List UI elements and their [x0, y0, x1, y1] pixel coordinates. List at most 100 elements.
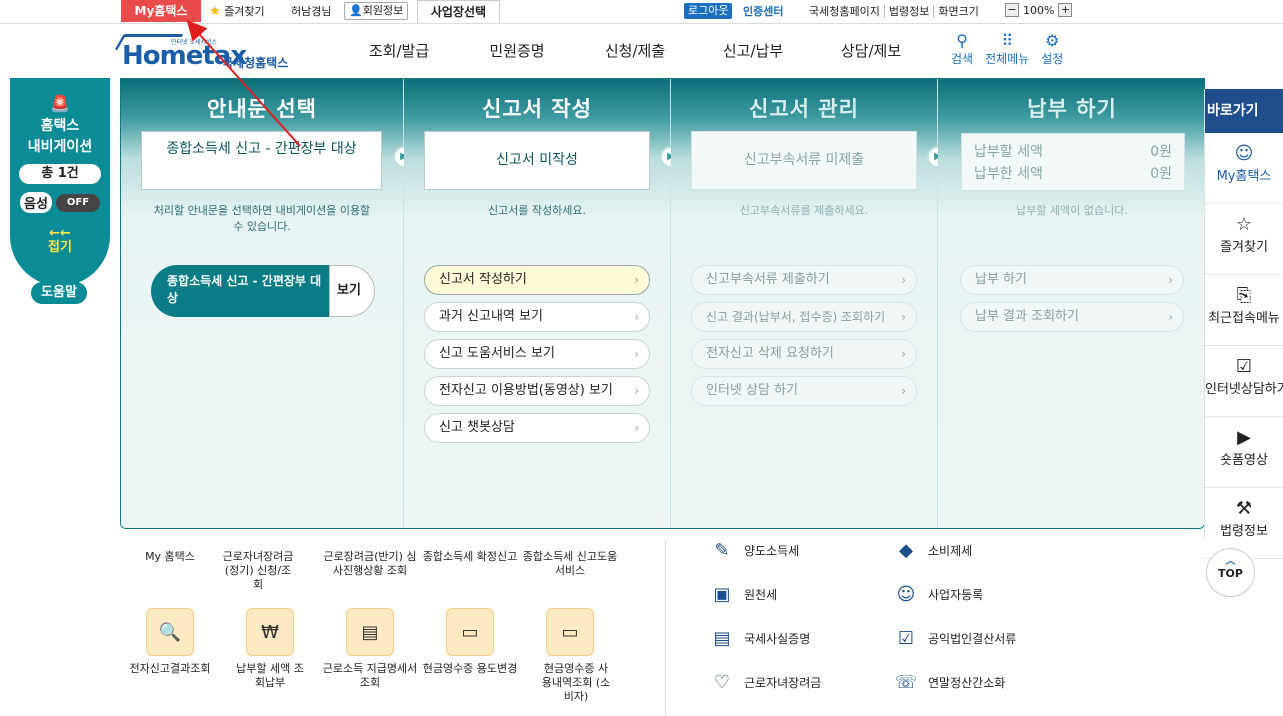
- gnb-report-pay[interactable]: 신고/납부: [694, 24, 812, 78]
- service-income-tax-final[interactable]: 종합소득세 확정신고: [422, 550, 518, 564]
- help-button[interactable]: 도움말: [31, 282, 87, 304]
- nts-homepage-link[interactable]: 국세청홈페이지: [805, 5, 884, 18]
- search-button[interactable]: ⚲ 검색: [951, 32, 973, 67]
- law-info-link[interactable]: 법령정보: [883, 5, 934, 18]
- gnb-apply[interactable]: 신청/제출: [576, 24, 694, 78]
- business-select-button[interactable]: 사업장선택: [417, 0, 500, 23]
- service-tax-payment[interactable]: 납부할 세액 조회납부: [232, 662, 308, 690]
- gnb-inquiry[interactable]: 조회/발급: [340, 24, 458, 78]
- full-menu-button[interactable]: ⠿ 전체메뉴: [985, 32, 1029, 67]
- submit-attachments-button[interactable]: 신고부속서류 제출하기 ›: [691, 265, 917, 295]
- nav-fold-label: 접기: [48, 240, 72, 255]
- quick-recent-menu[interactable]: ⎘ 최근접속메뉴: [1205, 275, 1283, 346]
- certificate-icon: ▤: [713, 628, 731, 649]
- business-registration-link[interactable]: ☺ 사업자등록: [894, 584, 984, 605]
- transfer-income-tax-label: 양도소득세: [744, 544, 800, 558]
- notice-item-label[interactable]: 종합소득세 신고 - 간편장부 대상: [151, 265, 329, 317]
- attachment-status-box[interactable]: 신고부속서류 미제출: [691, 131, 917, 190]
- past-returns-button[interactable]: 과거 신고내역 보기 ›: [424, 302, 650, 332]
- selected-notice-box[interactable]: 종합소득세 신고 - 간편장부 대상: [141, 131, 382, 190]
- e-filing-result-icon[interactable]: 🔍: [146, 608, 194, 656]
- my-hometax-tab[interactable]: My홈택스: [121, 0, 201, 22]
- cert-center-link[interactable]: 인증센터: [743, 4, 783, 19]
- service-cash-receipt-history[interactable]: 현금영수증 사용내역조회 (소비자): [540, 662, 612, 704]
- user-name: 허남경님: [291, 5, 332, 18]
- result-inquiry-button[interactable]: 신고 결과(납부서, 접수증) 조회하기 ›: [691, 302, 917, 332]
- tax-payment-icon[interactable]: ₩: [246, 608, 294, 656]
- settings-button[interactable]: ⚙ 설정: [1041, 32, 1063, 67]
- hometax-logo[interactable]: 인터넷 조세서비스 Hometax 국세청홈택스: [114, 32, 304, 74]
- past-returns-label: 과거 신고내역 보기: [439, 309, 543, 324]
- consumption-tax-label: 소비제세: [928, 544, 973, 558]
- voice-toggle[interactable]: OFF: [55, 193, 100, 212]
- col-notice-select: 안내문 선택 종합소득세 신고 - 간편장부 대상 처리할 안내문을 선택하면 …: [121, 79, 404, 528]
- return-status-box[interactable]: 신고서 미작성: [424, 131, 650, 190]
- col-write-return: 신고서 작성 신고서 미작성 신고서를 작성하세요. 신고서 작성하기 › 과거 …: [404, 79, 671, 528]
- year-end-settlement-label: 연말정산간소화: [928, 676, 1006, 690]
- nav-fold-button[interactable]: ←← 접기: [10, 227, 110, 255]
- logout-button[interactable]: 로그아웃: [684, 3, 733, 19]
- cash-receipt-history-icon[interactable]: ▭: [546, 608, 594, 656]
- chevron-up-icon: ︿: [1225, 556, 1236, 567]
- service-wage-statement[interactable]: 근로소득 지급명세서 조회: [322, 662, 418, 690]
- e-filing-guide-label: 전자신고 이용방법(동영상) 보기: [439, 383, 613, 398]
- zoom-in-button[interactable]: +: [1058, 3, 1073, 17]
- year-end-settlement-link[interactable]: ☏ 연말정산간소화: [894, 672, 1006, 693]
- favorites-link[interactable]: ★ 즐겨찾기: [209, 4, 265, 19]
- write-return-button[interactable]: 신고서 작성하기 ›: [424, 265, 650, 295]
- notice-view-button[interactable]: 보기: [329, 265, 375, 317]
- sal-icon: ▣: [713, 584, 731, 605]
- col1-desc: 처리할 안내문을 선택하면 내비게이션을 이용할 수 있습니다.: [153, 204, 371, 233]
- quick-my-hometax-label: My홈택스: [1216, 169, 1272, 184]
- top-links: 국세청홈페이지 법령정보 화면크기: [805, 4, 983, 19]
- e-filing-guide-button[interactable]: 전자신고 이용방법(동영상) 보기 ›: [424, 376, 650, 406]
- help-service-button[interactable]: 신고 도움서비스 보기 ›: [424, 339, 650, 369]
- chevron-right-icon: ›: [901, 347, 906, 361]
- tax-certificate-link[interactable]: ▤ 국세사실증명: [710, 628, 810, 649]
- service-child-incentive[interactable]: 근로자녀장려금(정기) 신청/조회: [222, 550, 294, 592]
- withholding-tax-link[interactable]: ▣ 원천세: [710, 584, 777, 605]
- user-icon: ☺: [1234, 143, 1254, 164]
- top-utility-bar: My홈택스 ★ 즐겨찾기 허남경님 👤회원정보 사업장선택 로그아웃 인증센터 …: [0, 0, 1283, 24]
- document-edit-icon: ✎: [714, 540, 730, 561]
- service-earned-incentive[interactable]: 근로장려금(반기) 심사진행상황 조회: [322, 550, 418, 578]
- nav-count-badge[interactable]: 총 1건: [19, 164, 101, 184]
- submit-attachments-label: 신고부속서류 제출하기: [706, 272, 830, 287]
- member-info-button[interactable]: 👤회원정보: [344, 2, 409, 20]
- service-cash-receipt-change[interactable]: 현금영수증 용도변경: [422, 662, 518, 676]
- quick-law[interactable]: ⚒ 법령정보: [1205, 488, 1283, 559]
- chevron-right-icon: ›: [901, 310, 906, 324]
- child-incentive-link[interactable]: ♡ 근로자녀장려금: [710, 672, 821, 693]
- voice-toggle-row: 음성 OFF: [10, 192, 110, 213]
- wage-statement-icon[interactable]: ▤: [346, 608, 394, 656]
- business-registration-label: 사업자등록: [928, 588, 984, 602]
- service-income-tax-help[interactable]: 종합소득세 신고도움 서비스: [522, 550, 618, 578]
- zoom-out-button[interactable]: −: [1005, 3, 1019, 17]
- quick-favorites[interactable]: ☆ 즐겨찾기: [1205, 204, 1283, 275]
- divider: [665, 540, 666, 716]
- person-icon: 👤: [349, 4, 363, 17]
- pay-button[interactable]: 납부 하기 ›: [960, 265, 1184, 295]
- quick-video[interactable]: ▶ 숏폼영상: [1205, 417, 1283, 488]
- pay-result-button[interactable]: 납부 결과 조회하기 ›: [960, 302, 1184, 332]
- quick-my-hometax[interactable]: ☺ My홈택스: [1205, 133, 1283, 204]
- chatbot-button[interactable]: 신고 챗봇상담 ›: [424, 413, 650, 443]
- quick-consult-label: 인터넷상담하기: [1205, 382, 1283, 397]
- gnb-certificate[interactable]: 민원증명: [458, 24, 576, 78]
- consumption-tax-link[interactable]: ◆ 소비제세: [894, 540, 972, 561]
- public-interest-link[interactable]: ☑ 공익법인결산서류: [894, 628, 1016, 649]
- diamond-icon: ◆: [899, 540, 913, 561]
- cash-receipt-change-icon[interactable]: ▭: [446, 608, 494, 656]
- service-my-hometax[interactable]: My 홈택스: [130, 550, 210, 564]
- service-e-filing-result[interactable]: 전자신고결과조회: [122, 662, 218, 676]
- scroll-top-button[interactable]: ︿ TOP: [1206, 548, 1255, 597]
- quick-recent-menu-label: 최근접속메뉴: [1208, 311, 1280, 326]
- zoom-value: 100%: [1023, 3, 1055, 17]
- col2-title: 신고서 작성: [482, 97, 592, 121]
- gnb-consult[interactable]: 상담/제보: [812, 24, 930, 78]
- withholding-tax-label: 원천세: [744, 588, 778, 602]
- transfer-income-tax-link[interactable]: ✎ 양도소득세: [710, 540, 799, 561]
- online-consult-button[interactable]: 인터넷 상담 하기 ›: [691, 376, 917, 406]
- delete-request-button[interactable]: 전자신고 삭제 요청하기 ›: [691, 339, 917, 369]
- quick-consult[interactable]: ☑ 인터넷상담하기: [1205, 346, 1283, 417]
